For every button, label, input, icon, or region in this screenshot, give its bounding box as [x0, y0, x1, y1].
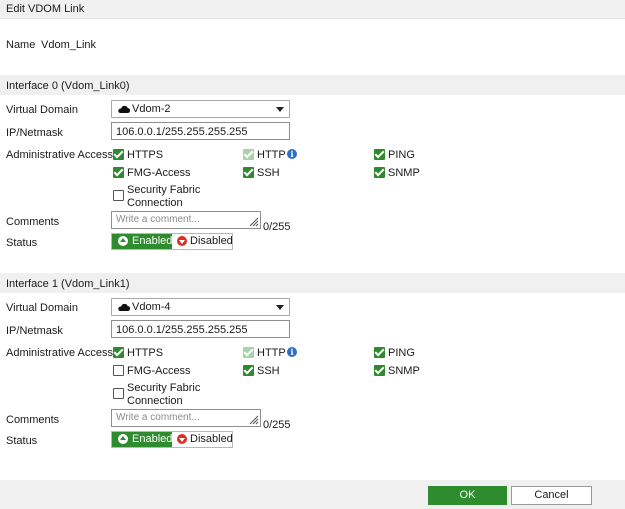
- virtual-domain-select-1[interactable]: Vdom-4: [111, 298, 290, 316]
- comments-counter: 0/255: [263, 221, 291, 233]
- virtual-domain-label: Virtual Domain: [6, 104, 78, 116]
- https-checkbox[interactable]: [113, 347, 124, 358]
- cloud-icon: [118, 303, 130, 312]
- https-label: HTTPS: [127, 347, 164, 359]
- status-enabled-button[interactable]: Enabled: [112, 234, 172, 249]
- arrow-down-circle-icon: [177, 434, 187, 444]
- status-label: Status: [6, 435, 38, 447]
- fmg-access-label: FMG-Access: [127, 365, 191, 377]
- comments-placeholder: Write a comment...: [116, 214, 200, 225]
- http-checkbox: [243, 149, 254, 160]
- arrow-up-circle-icon: [118, 434, 128, 444]
- http-checkbox: [243, 347, 254, 358]
- ip-netmask-input-1[interactable]: [111, 320, 290, 338]
- security-fabric-label-line1: Security Fabric: [127, 382, 201, 394]
- virtual-domain-select-0[interactable]: Vdom-2: [111, 100, 290, 118]
- comments-textarea-0[interactable]: Write a comment...: [111, 211, 261, 229]
- comments-placeholder: Write a comment...: [116, 412, 200, 423]
- info-icon[interactable]: i: [287, 149, 297, 159]
- arrow-down-circle-icon: [177, 236, 187, 246]
- comments-textarea-1[interactable]: Write a comment...: [111, 409, 261, 427]
- arrow-up-circle-icon: [118, 236, 128, 246]
- snmp-label: SNMP: [388, 365, 420, 377]
- status-enabled-button[interactable]: Enabled: [112, 432, 172, 447]
- virtual-domain-label: Virtual Domain: [6, 302, 78, 314]
- status-disabled-button[interactable]: Disabled: [172, 432, 233, 447]
- dialog-title: Edit VDOM Link: [0, 0, 625, 19]
- status-disabled-label: Disabled: [190, 235, 233, 247]
- ip-netmask-label: IP/Netmask: [6, 127, 63, 139]
- cloud-icon: [118, 105, 130, 114]
- http-label: HTTP: [257, 149, 286, 161]
- security-fabric-label-line2: Connection: [127, 197, 183, 209]
- name-label: Name: [6, 39, 36, 51]
- ok-button[interactable]: OK: [428, 486, 507, 505]
- chevron-down-icon: [276, 107, 284, 112]
- security-fabric-checkbox[interactable]: [113, 190, 124, 201]
- snmp-checkbox[interactable]: [374, 365, 385, 376]
- ping-label: PING: [388, 347, 415, 359]
- ssh-label: SSH: [257, 365, 280, 377]
- resize-grip-icon[interactable]: [249, 217, 259, 227]
- ssh-checkbox[interactable]: [243, 167, 254, 178]
- fmg-access-checkbox[interactable]: [113, 365, 124, 376]
- status-toggle-0: Enabled Disabled: [111, 233, 233, 250]
- security-fabric-label-line1: Security Fabric: [127, 184, 201, 196]
- https-label: HTTPS: [127, 149, 164, 161]
- ping-checkbox[interactable]: [374, 149, 385, 160]
- admin-access-label: Administrative Access: [6, 149, 113, 161]
- chevron-down-icon: [276, 305, 284, 310]
- interface-1-header: Interface 1 (Vdom_Link1): [0, 273, 625, 293]
- status-label: Status: [6, 237, 38, 249]
- fmg-access-checkbox[interactable]: [113, 167, 124, 178]
- comments-label: Comments: [6, 216, 60, 228]
- name-value: Vdom_Link: [41, 39, 97, 51]
- cancel-button[interactable]: Cancel: [511, 486, 592, 505]
- ssh-checkbox[interactable]: [243, 365, 254, 376]
- ip-netmask-label: IP/Netmask: [6, 325, 63, 337]
- security-fabric-label-line2: Connection: [127, 395, 183, 407]
- interface-0-header: Interface 0 (Vdom_Link0): [0, 75, 625, 95]
- fmg-access-label: FMG-Access: [127, 167, 191, 179]
- snmp-label: SNMP: [388, 167, 420, 179]
- status-enabled-label: Enabled: [132, 433, 173, 445]
- name-row: Name Vdom_Link: [6, 39, 306, 53]
- status-toggle-1: Enabled Disabled: [111, 431, 233, 448]
- snmp-checkbox[interactable]: [374, 167, 385, 178]
- status-disabled-button[interactable]: Disabled: [172, 234, 233, 249]
- security-fabric-checkbox[interactable]: [113, 388, 124, 399]
- virtual-domain-value: Vdom-2: [132, 103, 171, 115]
- ping-label: PING: [388, 149, 415, 161]
- https-checkbox[interactable]: [113, 149, 124, 160]
- ssh-label: SSH: [257, 167, 280, 179]
- status-disabled-label: Disabled: [190, 433, 233, 445]
- info-icon[interactable]: i: [287, 347, 297, 357]
- resize-grip-icon[interactable]: [249, 415, 259, 425]
- ping-checkbox[interactable]: [374, 347, 385, 358]
- comments-label: Comments: [6, 414, 60, 426]
- ip-netmask-input-0[interactable]: [111, 122, 290, 140]
- admin-access-label: Administrative Access: [6, 347, 113, 359]
- comments-counter: 0/255: [263, 419, 291, 431]
- status-enabled-label: Enabled: [132, 235, 173, 247]
- virtual-domain-value: Vdom-4: [132, 301, 171, 313]
- http-label: HTTP: [257, 347, 286, 359]
